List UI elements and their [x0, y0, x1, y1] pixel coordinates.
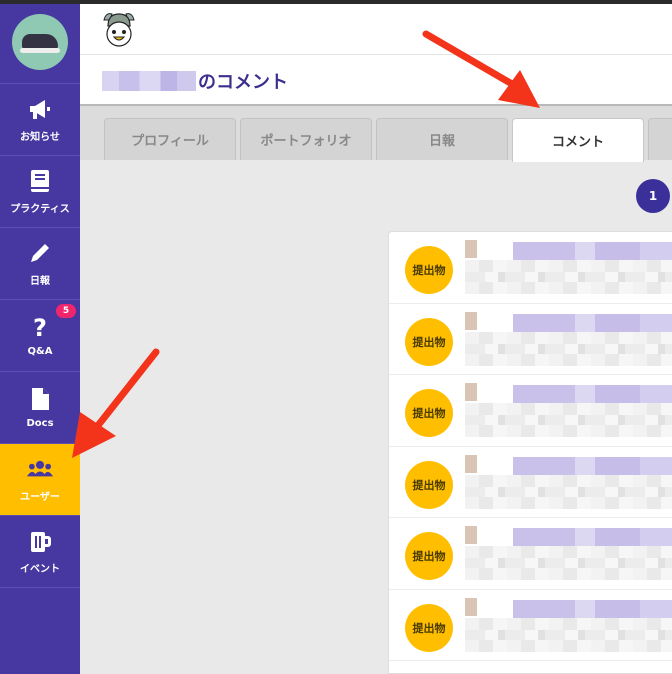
profile-tabs: プロフィール ポートフォリオ 日報 コメント	[80, 104, 672, 162]
submission-type-badge: 提出物	[405, 603, 453, 652]
global-sidebar: お知らせ プラクティス 日報 ? Q&A 5 Docs ユーザー イベント	[0, 0, 80, 674]
avatar-shoe-sole	[20, 47, 60, 53]
sidebar-item-label: イベント	[20, 564, 60, 575]
page-header: のコメント	[80, 4, 672, 104]
redacted-comment-body	[465, 546, 672, 580]
megaphone-icon	[30, 100, 50, 119]
submission-type-badge: 提出物	[405, 532, 453, 580]
list-item[interactable]: 提出物	[389, 590, 672, 661]
redacted-comment-body	[465, 260, 672, 294]
sidebar-avatar-area	[0, 0, 80, 84]
book-icon	[31, 170, 49, 192]
sidebar-item-announcements[interactable]: お知らせ	[0, 84, 80, 156]
svg-text:?: ?	[33, 314, 47, 340]
sidebar-item-reports[interactable]: 日報	[0, 228, 80, 300]
submission-type-badge: 提出物	[405, 389, 453, 437]
list-item[interactable]: 提出物	[389, 304, 672, 375]
sidebar-item-label: お知らせ	[20, 132, 60, 143]
tab-reports[interactable]: 日報	[376, 118, 508, 160]
tab-comments[interactable]: コメント	[512, 118, 644, 162]
list-item[interactable]: 提出物	[389, 232, 672, 304]
annotation-arrow-to-users	[72, 348, 160, 458]
list-item[interactable]: 提出物	[389, 518, 672, 590]
redacted-comment-body	[465, 617, 672, 652]
redacted-comment-body	[465, 403, 672, 437]
viking-logo-icon[interactable]	[102, 10, 136, 48]
comment-list: 提出物 提出物 提出物 提出物 提出物 提出物	[388, 231, 672, 674]
list-item[interactable]: 提出物	[389, 447, 672, 518]
header-divider	[80, 54, 672, 55]
submission-type-badge: 提出物	[405, 460, 453, 509]
annotation-arrow-to-comments-tab	[422, 30, 540, 108]
redacted-comment-body	[465, 474, 672, 509]
submission-type-badge: 提出物	[405, 317, 453, 366]
sidebar-item-events[interactable]: イベント	[0, 516, 80, 588]
page-title-suffix: のコメント	[198, 72, 288, 93]
sidebar-item-label: プラクティス	[10, 204, 70, 215]
user-avatar[interactable]	[12, 13, 68, 70]
redacted-username	[102, 71, 196, 91]
mug-icon	[31, 532, 51, 552]
tab-more-partial[interactable]	[648, 118, 672, 160]
sidebar-item-label: 日報	[30, 276, 50, 287]
sidebar-item-label: ユーザー	[20, 492, 60, 503]
pagination-current-page[interactable]: 1	[636, 179, 670, 213]
tab-profile[interactable]: プロフィール	[104, 118, 236, 160]
window-top-edge	[0, 0, 672, 4]
tab-portfolio[interactable]: ポートフォリオ	[240, 118, 372, 160]
question-icon: ?	[33, 314, 47, 340]
page-title: のコメント	[102, 68, 288, 94]
submission-type-badge: 提出物	[405, 246, 453, 294]
redacted-comment-body	[465, 331, 672, 366]
qa-count-badge: 5	[56, 304, 76, 318]
list-item[interactable]: 提出物	[389, 375, 672, 447]
sidebar-item-practices[interactable]: プラクティス	[0, 156, 80, 228]
pencil-icon	[31, 244, 49, 262]
